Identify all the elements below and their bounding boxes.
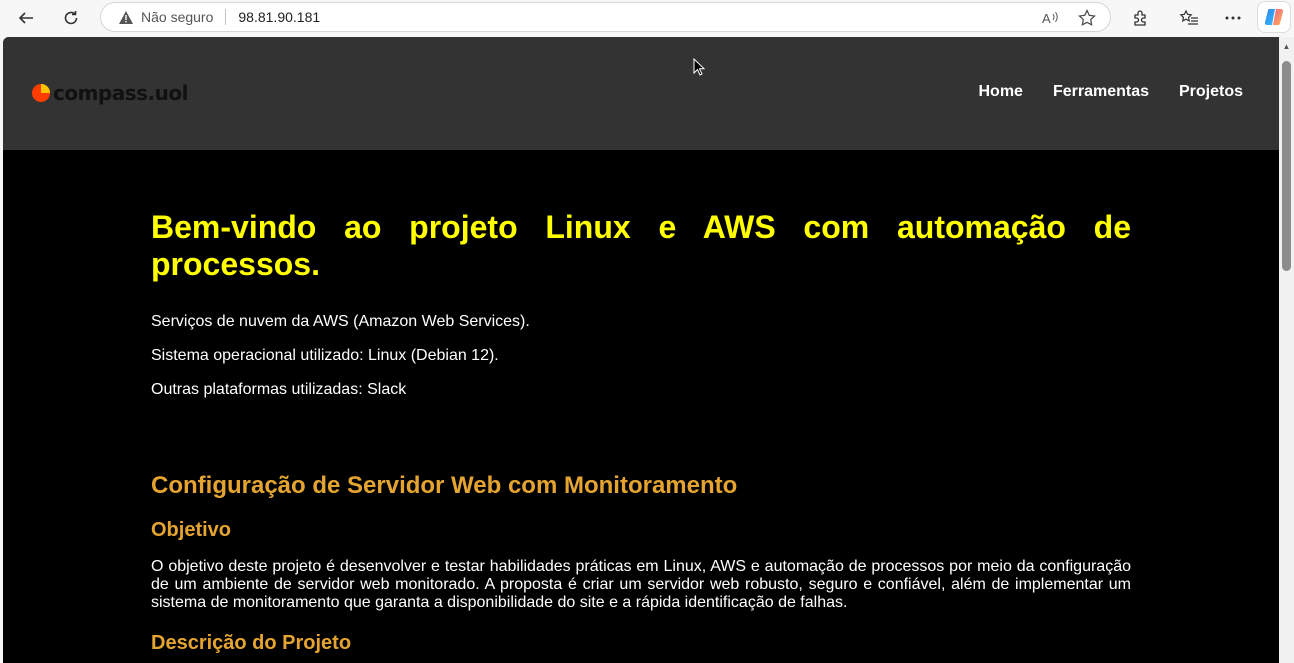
- site-nav: Home Ferramentas Projetos: [978, 83, 1243, 101]
- warning-icon[interactable]: [117, 8, 135, 26]
- project-section-title: Configuração de Servidor Web com Monitor…: [151, 472, 738, 499]
- scroll-up-arrow-icon[interactable]: ▲: [1282, 43, 1291, 51]
- favorites-list-icon[interactable]: [1175, 4, 1203, 32]
- svg-text:A: A: [1042, 11, 1051, 26]
- page-scrollbar[interactable]: ▲: [1279, 37, 1294, 663]
- mouse-cursor-icon: [693, 57, 706, 81]
- compass-logo-icon: [32, 84, 50, 102]
- address-separator: [225, 9, 227, 25]
- description-heading: Descrição do Projeto: [151, 632, 352, 654]
- nav-ferramentas-link[interactable]: Ferramentas: [1053, 83, 1149, 101]
- intro-line-os: Sistema operacional utilizado: Linux (De…: [151, 347, 499, 364]
- objective-heading: Objetivo: [151, 519, 232, 541]
- logo-text: compass.uol: [53, 81, 189, 105]
- main-content: Bem-vindo ao projeto Linux e AWS com aut…: [151, 209, 1131, 655]
- welcome-title: Bem-vindo ao projeto Linux e AWS com aut…: [151, 209, 1131, 282]
- back-arrow-icon[interactable]: [12, 4, 40, 32]
- page-viewport: compass.uol Home Ferramentas Projetos Be…: [3, 37, 1279, 663]
- objective-text: O objetivo deste projeto é desenvolver e…: [151, 558, 1131, 611]
- nav-home-link[interactable]: Home: [978, 83, 1022, 101]
- site-logo[interactable]: compass.uol: [31, 81, 189, 105]
- scroll-thumb[interactable]: [1282, 61, 1291, 271]
- url-text[interactable]: 98.81.90.181: [238, 9, 320, 25]
- browser-toolbar: Não seguro 98.81.90.181 A: [0, 0, 1294, 36]
- address-bar[interactable]: Não seguro 98.81.90.181 A: [100, 2, 1111, 32]
- site-header: compass.uol Home Ferramentas Projetos: [3, 37, 1279, 150]
- extensions-icon[interactable]: [1126, 4, 1154, 32]
- intro-line-platforms: Outras plataformas utilizadas: Slack: [151, 381, 407, 398]
- nav-projetos-link[interactable]: Projetos: [1179, 83, 1243, 101]
- refresh-icon[interactable]: [57, 4, 85, 32]
- read-aloud-icon[interactable]: A: [1040, 7, 1062, 29]
- copilot-icon[interactable]: [1257, 1, 1291, 33]
- intro-line-aws: Serviços de nuvem da AWS (Amazon Web Ser…: [151, 313, 530, 330]
- favorite-star-icon[interactable]: [1076, 7, 1098, 29]
- security-label[interactable]: Não seguro: [141, 9, 213, 25]
- more-menu-icon[interactable]: [1219, 4, 1247, 32]
